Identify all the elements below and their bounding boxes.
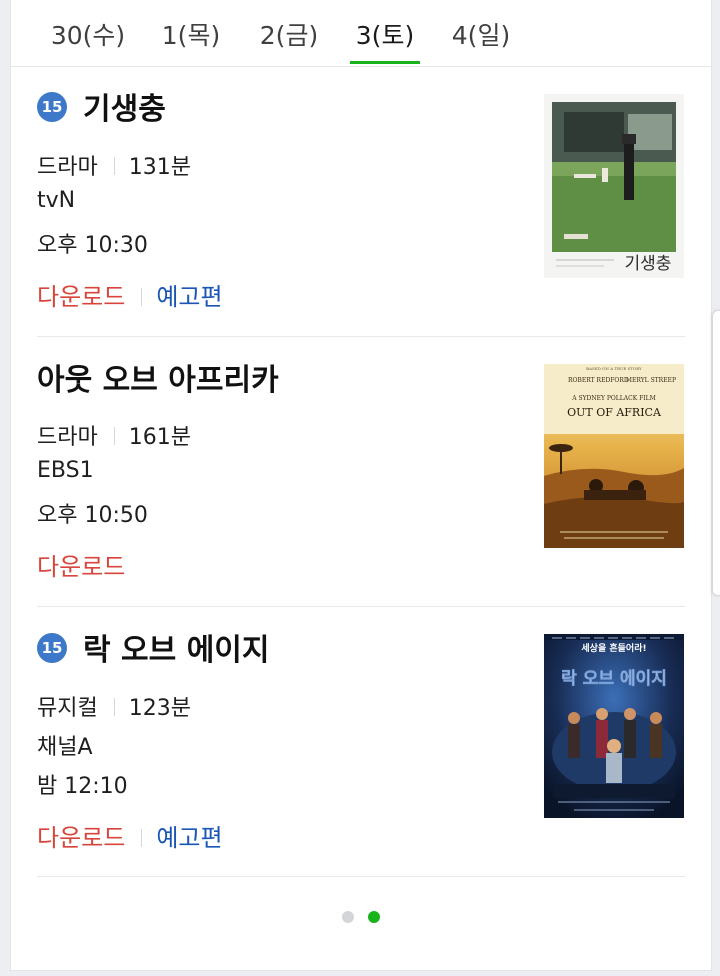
poster-title: 기생충 <box>625 254 672 274</box>
trailer-link[interactable]: 예고편 <box>156 824 222 852</box>
movie-runtime: 161분 <box>128 425 191 450</box>
date-tabs: 30(수) 1(목) 2(금) 3(토) 4(일) <box>11 0 711 67</box>
movie-schedule-card: 30(수) 1(목) 2(금) 3(토) 4(일) 15 기생충 드라마 131분… <box>10 0 712 971</box>
tab-label: 30(수) <box>50 21 126 50</box>
meta-divider <box>113 157 115 175</box>
download-link[interactable]: 다운로드 <box>37 553 125 581</box>
movie-title[interactable]: 락 오브 에이지 <box>83 625 270 669</box>
movie-airtime: 오후 10:30 <box>37 233 148 258</box>
movie-channel: EBS1 <box>37 458 94 483</box>
meta-divider <box>113 427 115 445</box>
meta-divider <box>113 698 115 716</box>
link-divider <box>141 288 143 306</box>
trailer-link[interactable]: 예고편 <box>156 283 222 311</box>
movie-item[interactable]: 15 기생충 드라마 131분 tvN 오후 10:30 다운로드 예고편 기생… <box>37 66 685 336</box>
poster-actor-2: MERYL STREEP <box>626 377 676 384</box>
movie-poster[interactable]: BASED ON A TRUE STORY ROBERT REDFORD MER… <box>544 364 684 548</box>
tab-3-sat[interactable]: 3(토) <box>350 0 420 66</box>
tab-1-thu[interactable]: 1(목) <box>151 0 231 66</box>
movie-links: 다운로드 <box>37 547 125 582</box>
tab-label: 4(일) <box>451 21 511 50</box>
movie-title[interactable]: 기생충 <box>83 84 166 128</box>
poster-title: 락 오브 에이지 <box>561 669 667 689</box>
movie-runtime: 123분 <box>128 696 191 721</box>
movie-genre: 드라마 <box>37 155 98 180</box>
movie-genre-runtime: 뮤지컬 123분 <box>37 690 191 722</box>
movie-airtime: 밤 12:10 <box>37 774 128 799</box>
movie-channel: tvN <box>37 188 76 213</box>
edge-panel-handle[interactable] <box>712 310 720 596</box>
pagination-dots <box>11 908 711 928</box>
tab-label: 2(금) <box>259 21 319 50</box>
link-divider <box>141 829 143 847</box>
age-rating-badge: 15 <box>37 92 67 122</box>
tab-label: 3(토) <box>355 21 415 50</box>
page-dot-1[interactable] <box>342 911 354 923</box>
movie-genre-runtime: 드라마 131분 <box>37 149 191 181</box>
movie-runtime: 131분 <box>128 155 191 180</box>
poster-tagline: 세상을 흔들어라! <box>581 642 646 654</box>
movie-genre-runtime: 드라마 161분 <box>37 419 191 451</box>
movie-airtime: 오후 10:50 <box>37 503 148 528</box>
movie-poster[interactable]: 세상을 흔들어라! 락 오브 에이지 <box>544 634 684 818</box>
movie-links: 다운로드 예고편 <box>37 818 223 853</box>
tab-label: 1(목) <box>161 21 221 50</box>
download-link[interactable]: 다운로드 <box>37 824 125 852</box>
item-divider <box>37 876 685 877</box>
poster-director: A SYDNEY POLLACK FILM <box>571 395 656 402</box>
active-tab-indicator <box>350 61 420 64</box>
poster-title: OUT OF AFRICA <box>567 406 662 419</box>
tab-4-sun[interactable]: 4(일) <box>441 0 521 66</box>
age-rating-badge: 15 <box>37 633 67 663</box>
movie-title[interactable]: 아웃 오브 아프리카 <box>37 355 279 399</box>
movie-channel: 채널A <box>37 735 93 760</box>
movie-genre: 뮤지컬 <box>37 696 98 721</box>
poster-actor-1: ROBERT REDFORD <box>568 377 629 384</box>
movie-item[interactable]: 아웃 오브 아프리카 드라마 161분 EBS1 오후 10:50 다운로드 B… <box>37 337 685 607</box>
poster-tagline: BASED ON A TRUE STORY <box>586 366 642 371</box>
download-link[interactable]: 다운로드 <box>37 283 125 311</box>
tab-30-wed[interactable]: 30(수) <box>43 0 133 66</box>
movie-poster[interactable]: 기생충 <box>544 94 684 278</box>
tab-2-fri[interactable]: 2(금) <box>249 0 329 66</box>
movie-links: 다운로드 예고편 <box>37 277 223 312</box>
movie-genre: 드라마 <box>37 425 98 450</box>
page-dot-2[interactable] <box>368 911 380 923</box>
movie-item[interactable]: 15 락 오브 에이지 뮤지컬 123분 채널A 밤 12:10 다운로드 예고편 <box>37 607 685 877</box>
